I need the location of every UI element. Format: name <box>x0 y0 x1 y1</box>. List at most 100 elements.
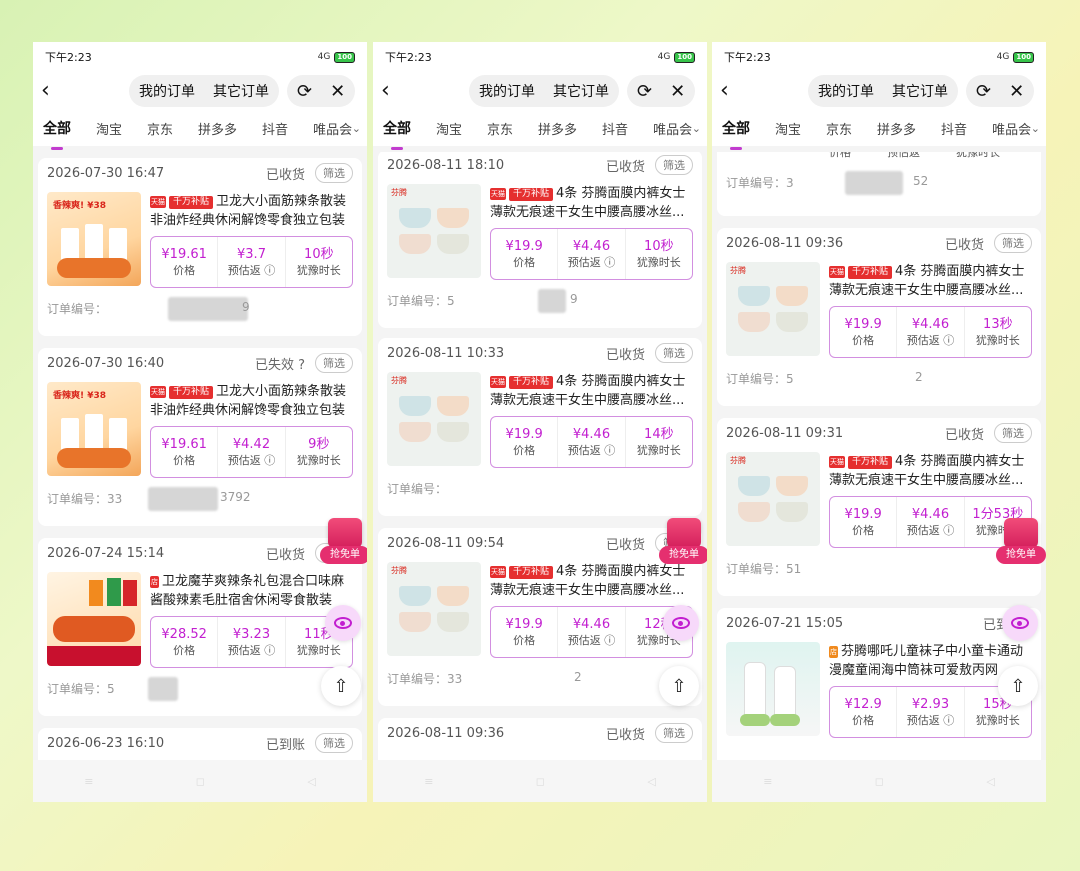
order-card[interactable]: 价格 预估返 犹豫时长 订单编号：3 52 <box>717 152 1041 216</box>
back-nav-icon[interactable]: ◁ <box>647 775 655 788</box>
product-thumbnail[interactable]: 芬腾 <box>387 184 481 278</box>
free-order-gift-button[interactable]: 抢免单 <box>320 518 367 570</box>
tab-my-orders[interactable]: 我的订单 <box>479 81 535 101</box>
tab-all[interactable]: 全部 <box>383 118 411 150</box>
order-card[interactable]: 2026-08-11 09:36 已收货 筛选 <box>378 718 702 760</box>
order-card[interactable]: 2026-08-11 10:33 已收货 筛选 芬腾 天猫 千万补贴 4条 芬腾面膜… <box>378 338 702 516</box>
tab-jd[interactable]: 京东 <box>826 119 852 138</box>
tab-douyin[interactable]: 抖音 <box>602 119 628 138</box>
menu-nav-icon[interactable]: ≡ <box>424 775 433 788</box>
rocket-icon[interactable]: ⇧ <box>998 666 1038 706</box>
tab-douyin[interactable]: 抖音 <box>941 119 967 138</box>
rocket-icon[interactable]: ⇧ <box>659 666 699 706</box>
product-thumbnail[interactable]: 芬腾 <box>726 452 820 546</box>
battery-icon: 100 <box>334 51 355 63</box>
tab-taobao[interactable]: 淘宝 <box>436 119 462 138</box>
filter-button[interactable]: 筛选 <box>315 733 353 753</box>
close-icon[interactable]: ✕ <box>670 81 685 102</box>
menu-nav-icon[interactable]: ≡ <box>84 775 93 788</box>
tab-vip[interactable]: 唯品会 <box>992 119 1031 138</box>
chevron-down-icon[interactable]: ⌄ <box>692 122 701 135</box>
rocket-icon[interactable]: ⇧ <box>321 666 361 706</box>
tab-all[interactable]: 全部 <box>43 118 71 150</box>
order-card[interactable]: 2026-07-30 16:47 已收货 筛选 香辣爽! ¥38 天猫 千万补贴卫… <box>38 158 362 336</box>
back-nav-icon[interactable]: ◁ <box>986 775 994 788</box>
close-icon[interactable]: ✕ <box>1009 81 1024 102</box>
product-title[interactable]: 店卫龙魔芋爽辣条礼包混合口味麻酱酸辣素毛肚宿舍休闲零食散装 <box>150 572 353 610</box>
tab-douyin[interactable]: 抖音 <box>262 119 288 138</box>
tab-vip[interactable]: 唯品会 <box>313 119 352 138</box>
tab-jd[interactable]: 京东 <box>487 119 513 138</box>
filter-button[interactable]: 筛选 <box>994 423 1032 443</box>
tab-my-orders[interactable]: 我的订单 <box>139 81 195 101</box>
order-card[interactable]: 2026-06-23 16:10 已到账 筛选 <box>38 728 362 760</box>
order-card[interactable]: 2026-07-30 16:40 已失效 ? 筛选 香辣爽! ¥38 天猫 千万补… <box>38 348 362 526</box>
close-icon[interactable]: ✕ <box>330 81 345 102</box>
product-title[interactable]: 天猫 千万补贴 4条 芬腾面膜内裤女士薄款无痕速干女生中腰高腰冰丝... <box>490 184 693 222</box>
home-nav-icon[interactable]: ◻ <box>536 775 545 788</box>
tab-other-orders[interactable]: 其它订单 <box>553 81 609 101</box>
hesitate-value: 14秒 <box>644 426 674 442</box>
back-arrow-icon[interactable]: ‹ <box>720 80 744 102</box>
tab-taobao[interactable]: 淘宝 <box>96 119 122 138</box>
tab-jd[interactable]: 京东 <box>147 119 173 138</box>
back-nav-icon[interactable]: ◁ <box>307 775 315 788</box>
filter-button[interactable]: 筛选 <box>315 163 353 183</box>
tab-vip[interactable]: 唯品会 <box>653 119 692 138</box>
shop-icon: 店 <box>150 576 159 588</box>
rebate-value: ¥3.7 <box>237 246 266 262</box>
product-thumbnail[interactable]: 香辣爽! ¥38 <box>47 192 141 286</box>
product-thumbnail[interactable] <box>47 572 141 666</box>
tab-pdd[interactable]: 拼多多 <box>198 119 237 138</box>
eye-icon[interactable] <box>325 605 361 641</box>
product-thumbnail[interactable]: 香辣爽! ¥38 <box>47 382 141 476</box>
order-metrics: ¥19.9 价格 ¥4.46 预估返 ⓘ 12秒 犹豫时长 <box>490 606 693 658</box>
order-date: 2026-07-21 15:05 <box>726 615 844 631</box>
back-arrow-icon[interactable]: ‹ <box>381 80 405 102</box>
product-thumbnail[interactable]: 芬腾 <box>387 372 481 466</box>
filter-button[interactable]: 筛选 <box>994 233 1032 253</box>
chevron-down-icon[interactable]: ⌄ <box>352 122 361 135</box>
product-title[interactable]: 天猫 千万补贴 4条 芬腾面膜内裤女士薄款无痕速干女生中腰高腰冰丝... <box>490 372 693 410</box>
eye-icon[interactable] <box>1002 605 1038 641</box>
free-order-gift-button[interactable]: 抢免单 <box>996 518 1046 570</box>
order-card[interactable]: 2026-08-11 18:10 已收货 筛选 芬腾 天猫 千万补贴 4条 芬腾面膜… <box>378 152 702 328</box>
product-title[interactable]: 天猫 千万补贴 4条 芬腾面膜内裤女士薄款无痕速干女生中腰高腰冰丝... <box>829 452 1032 490</box>
filter-button[interactable]: 筛选 <box>655 155 693 175</box>
signal-icon: 4G <box>317 52 331 62</box>
order-card[interactable]: 2026-08-11 09:54 已收货 筛选 芬腾 天猫千万补贴4条 芬腾面膜… <box>378 528 702 706</box>
product-title[interactable]: 天猫 千万补贴 4条 芬腾面膜内裤女士薄款无痕速干女生中腰高腰冰丝... <box>829 262 1032 300</box>
order-card[interactable]: 2026-07-21 15:05 已到账 店芬腾哪吒儿童袜子中小童卡通动漫魔童闹… <box>717 608 1041 760</box>
product-title[interactable]: 天猫 千万补贴 卫龙大小面筋辣条散装非油炸经典休闲解馋零食独立包装 <box>150 192 353 230</box>
tab-taobao[interactable]: 淘宝 <box>775 119 801 138</box>
price-value: ¥19.61 <box>161 246 207 262</box>
menu-nav-icon[interactable]: ≡ <box>763 775 772 788</box>
product-thumbnail[interactable]: 芬腾 <box>726 262 820 356</box>
chevron-down-icon[interactable]: ⌄ <box>1031 122 1040 135</box>
order-card[interactable]: 2026-08-11 09:36 已收货 筛选 芬腾 天猫 千万补贴 4条 芬腾面膜… <box>717 228 1041 406</box>
back-arrow-icon[interactable]: ‹ <box>41 80 65 102</box>
product-thumbnail[interactable] <box>726 642 820 736</box>
order-card[interactable]: 2026-07-24 15:14 已收货 筛选 店卫龙魔芋爽辣条礼包混合口味麻酱… <box>38 538 362 716</box>
tab-other-orders[interactable]: 其它订单 <box>892 81 948 101</box>
refresh-icon[interactable]: ⟳ <box>297 81 312 102</box>
product-title[interactable]: 天猫 千万补贴 卫龙大小面筋辣条散装非油炸经典休闲解馋零食独立包装 <box>150 382 353 420</box>
product-thumbnail[interactable]: 芬腾 <box>387 562 481 656</box>
free-order-gift-button[interactable]: 抢免单 <box>659 518 707 570</box>
tab-pdd[interactable]: 拼多多 <box>538 119 577 138</box>
hesitate-value: 9秒 <box>308 436 330 452</box>
refresh-icon[interactable]: ⟳ <box>637 81 652 102</box>
home-nav-icon[interactable]: ◻ <box>875 775 884 788</box>
tab-other-orders[interactable]: 其它订单 <box>213 81 269 101</box>
refresh-icon[interactable]: ⟳ <box>976 81 991 102</box>
order-card[interactable]: 2026-08-11 09:31 已收货 筛选 芬腾 天猫 千万补贴 4条 芬腾面膜… <box>717 418 1041 596</box>
filter-button[interactable]: 筛选 <box>315 353 353 373</box>
filter-button[interactable]: 筛选 <box>655 343 693 363</box>
tab-all[interactable]: 全部 <box>722 118 750 150</box>
tab-pdd[interactable]: 拼多多 <box>877 119 916 138</box>
tab-my-orders[interactable]: 我的订单 <box>818 81 874 101</box>
eye-icon[interactable] <box>663 605 699 641</box>
home-nav-icon[interactable]: ◻ <box>196 775 205 788</box>
order-date: 2026-08-11 09:54 <box>387 535 505 551</box>
filter-button[interactable]: 筛选 <box>655 723 693 743</box>
